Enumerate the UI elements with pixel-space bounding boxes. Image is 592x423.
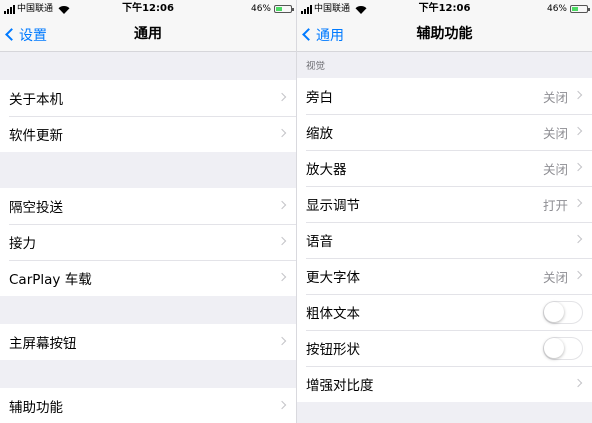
navigation-bar: 通用 辅助功能 xyxy=(297,18,592,52)
list-item-label: 软件更新 xyxy=(9,128,63,144)
list-item-label: 缩放 xyxy=(306,126,333,142)
list-item-label: 旁白 xyxy=(306,90,333,106)
settings-group-home-button: 主屏幕按钮 xyxy=(0,324,296,360)
chevron-right-icon xyxy=(277,128,287,138)
chevron-right-icon xyxy=(277,272,287,282)
list-item-larger-text[interactable]: 更大字体 关闭 xyxy=(297,258,592,294)
list-item-label: 放大器 xyxy=(306,162,347,178)
list-item-about[interactable]: 关于本机 xyxy=(0,80,296,116)
list-item-label: 主屏幕按钮 xyxy=(9,336,77,352)
settings-group-accessibility: 辅助功能 xyxy=(0,388,296,423)
list-item-label: 辅助功能 xyxy=(9,400,63,416)
chevron-right-icon xyxy=(573,234,583,244)
chevron-right-icon xyxy=(573,90,583,100)
chevron-right-icon xyxy=(277,400,287,410)
chevron-right-icon xyxy=(573,126,583,136)
list-item-home-button[interactable]: 主屏幕按钮 xyxy=(0,324,296,360)
chevron-right-icon xyxy=(573,378,583,388)
list-item-label: 语音 xyxy=(306,234,333,250)
chevron-right-icon xyxy=(277,200,287,210)
chevron-right-icon xyxy=(573,198,583,208)
list-item-increase-contrast[interactable]: 增强对比度 xyxy=(297,366,592,402)
list-item-value: 打开 xyxy=(542,197,568,213)
chevron-right-icon xyxy=(277,92,287,102)
list-item-value: 关闭 xyxy=(542,269,568,285)
list-item-label: 接力 xyxy=(9,236,36,252)
status-right: 46% xyxy=(250,0,294,18)
battery-percent: 46% xyxy=(250,4,271,14)
accessibility-screen: 中国联通 下午12:06 46% 通用 辅助功能 视觉 旁白 关闭 缩放 关闭 … xyxy=(296,0,592,423)
list-item-label: 更大字体 xyxy=(306,270,360,286)
chevron-right-icon xyxy=(573,270,583,280)
status-right: 46% xyxy=(546,0,590,18)
list-item-airdrop[interactable]: 隔空投送 xyxy=(0,188,296,224)
general-settings-screen: 中国联通 下午12:06 46% 设置 通用 关于本机 软件更新 隔空投送 接力… xyxy=(0,0,296,423)
bold-text-toggle[interactable] xyxy=(543,301,583,324)
chevron-right-icon xyxy=(277,236,287,246)
button-shapes-toggle[interactable] xyxy=(543,337,583,360)
status-bar: 中国联通 下午12:06 46% xyxy=(297,0,592,18)
chevron-right-icon xyxy=(573,162,583,172)
list-item-label: 关于本机 xyxy=(9,92,63,108)
list-item-label: 按钮形状 xyxy=(306,342,360,358)
list-item-button-shapes: 按钮形状 xyxy=(297,330,592,366)
list-item-handoff[interactable]: 接力 xyxy=(0,224,296,260)
status-bar: 中国联通 下午12:06 46% xyxy=(0,0,296,18)
navigation-bar: 设置 通用 xyxy=(0,18,296,52)
settings-group-about: 关于本机 软件更新 xyxy=(0,80,296,152)
battery-icon xyxy=(274,5,294,13)
list-item-voiceover[interactable]: 旁白 关闭 xyxy=(297,78,592,114)
list-item-label: CarPlay 车载 xyxy=(9,272,92,288)
screens-container: 中国联通 下午12:06 46% 设置 通用 关于本机 软件更新 隔空投送 接力… xyxy=(0,0,592,423)
list-item-label: 粗体文本 xyxy=(306,306,360,322)
list-item-value: 关闭 xyxy=(542,89,568,105)
page-title: 通用 xyxy=(134,26,162,42)
list-item-value: 关闭 xyxy=(542,125,568,141)
accessibility-vision-group: 旁白 关闭 缩放 关闭 放大器 关闭 显示调节 打开 语音 更大字体 关闭 粗体… xyxy=(297,78,592,402)
battery-icon xyxy=(570,5,590,13)
page-title: 辅助功能 xyxy=(416,26,473,42)
list-item-label: 增强对比度 xyxy=(306,378,374,394)
list-item-display-accommodations[interactable]: 显示调节 打开 xyxy=(297,186,592,222)
list-item-label: 隔空投送 xyxy=(9,200,63,216)
chevron-right-icon xyxy=(277,336,287,346)
settings-group-continuity: 隔空投送 接力 CarPlay 车载 xyxy=(0,188,296,296)
list-item-bold-text: 粗体文本 xyxy=(297,294,592,330)
list-item-zoom[interactable]: 缩放 关闭 xyxy=(297,114,592,150)
list-item-software-update[interactable]: 软件更新 xyxy=(0,116,296,152)
list-item-accessibility[interactable]: 辅助功能 xyxy=(0,388,296,423)
list-item-speech[interactable]: 语音 xyxy=(297,222,592,258)
list-item-carplay[interactable]: CarPlay 车载 xyxy=(0,260,296,296)
list-item-magnifier[interactable]: 放大器 关闭 xyxy=(297,150,592,186)
list-item-value: 关闭 xyxy=(542,161,568,177)
battery-percent: 46% xyxy=(546,4,567,14)
list-item-label: 显示调节 xyxy=(306,198,360,214)
section-header-vision: 视觉 xyxy=(306,61,326,72)
